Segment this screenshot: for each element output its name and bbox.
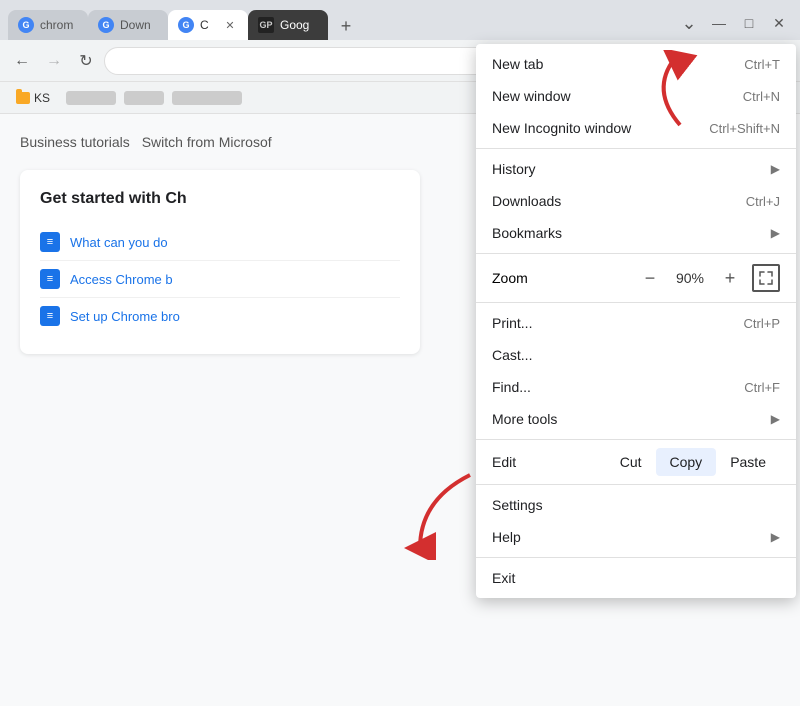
bm-placeholder-2 xyxy=(124,91,164,105)
bm-folder-icon xyxy=(16,92,30,104)
menu-divider-4 xyxy=(476,439,796,440)
maximize-button[interactable]: □ xyxy=(736,10,762,36)
bm-placeholder-3 xyxy=(172,91,242,105)
tab-3-close[interactable]: ✕ xyxy=(222,17,238,33)
menu-item-find[interactable]: Find... Ctrl+F xyxy=(476,371,796,403)
menu-item-print[interactable]: Print... Ctrl+P xyxy=(476,307,796,339)
new-tab-button[interactable]: + xyxy=(332,12,360,40)
minimize-button[interactable]: — xyxy=(706,10,732,36)
ntp-list-item-1[interactable]: ≡ What can you do xyxy=(40,224,400,261)
menu-item-history[interactable]: History ▶ xyxy=(476,153,796,185)
fullscreen-button[interactable] xyxy=(752,264,780,292)
menu-zoom-row: Zoom − 90% + xyxy=(476,258,796,298)
ntp-list-item-3[interactable]: ≡ Set up Chrome bro xyxy=(40,298,400,334)
tab-2-favicon: G xyxy=(98,17,114,33)
tab-4-favicon: GP xyxy=(258,17,274,33)
menu-item-more-tools[interactable]: More tools ▶ xyxy=(476,403,796,435)
profile-menu-button[interactable]: ⌄ xyxy=(676,10,702,36)
tab-2-label: Down xyxy=(120,18,158,32)
ntp-list-item-2[interactable]: ≡ Access Chrome b xyxy=(40,261,400,298)
edit-label: Edit xyxy=(492,454,606,470)
ntp-list-icon-1: ≡ xyxy=(40,232,60,252)
menu-divider-1 xyxy=(476,148,796,149)
browser-window: G chrom G Down G C ✕ GP Goog + ⌄ — □ ✕ xyxy=(0,0,800,706)
ntp-tutorials-link[interactable]: Business tutorials xyxy=(20,134,130,150)
back-button[interactable]: ← xyxy=(8,47,36,75)
tab-4-label: Goog xyxy=(280,18,318,32)
window-controls: ⌄ — □ ✕ xyxy=(676,10,792,40)
ntp-list-icon-3: ≡ xyxy=(40,306,60,326)
tab-bar: G chrom G Down G C ✕ GP Goog + ⌄ — □ ✕ xyxy=(0,0,800,40)
close-button[interactable]: ✕ xyxy=(766,10,792,36)
tab-1[interactable]: G chrom xyxy=(8,10,88,40)
ntp-card-title: Get started with Ch xyxy=(40,190,400,208)
ntp-switch-link[interactable]: Switch from Microsof xyxy=(142,134,272,150)
zoom-value: 90% xyxy=(672,270,708,286)
paste-button[interactable]: Paste xyxy=(716,448,780,476)
address-bar[interactable] xyxy=(104,47,516,75)
ntp-list-icon-2: ≡ xyxy=(40,269,60,289)
menu-divider-5 xyxy=(476,484,796,485)
tab-1-label: chrom xyxy=(40,18,78,32)
ntp-item-1-label: What can you do xyxy=(70,235,168,250)
tab-3-label: C xyxy=(200,18,216,32)
menu-divider-3 xyxy=(476,302,796,303)
zoom-plus-button[interactable]: + xyxy=(716,264,744,292)
edit-row: Edit Cut Copy Paste xyxy=(476,444,796,480)
tab-2[interactable]: G Down xyxy=(88,10,168,40)
menu-divider-6 xyxy=(476,557,796,558)
ntp-item-2-label: Access Chrome b xyxy=(70,272,173,287)
tab-3-favicon: G xyxy=(178,17,194,33)
menu-item-exit[interactable]: Exit xyxy=(476,562,796,594)
ntp-item-3-label: Set up Chrome bro xyxy=(70,309,180,324)
zoom-minus-button[interactable]: − xyxy=(636,264,664,292)
menu-item-new-window[interactable]: New window Ctrl+N xyxy=(476,80,796,112)
menu-item-settings[interactable]: Settings xyxy=(476,489,796,521)
bm-folder-label: KS xyxy=(34,91,50,105)
ntp-card: Get started with Ch ≡ What can you do ≡ … xyxy=(20,170,420,354)
menu-divider-2 xyxy=(476,253,796,254)
menu-item-downloads[interactable]: Downloads Ctrl+J xyxy=(476,185,796,217)
menu-item-cast[interactable]: Cast... xyxy=(476,339,796,371)
bm-placeholder-1 xyxy=(66,91,116,105)
copy-button[interactable]: Copy xyxy=(656,448,717,476)
menu-item-bookmarks[interactable]: Bookmarks ▶ xyxy=(476,217,796,249)
menu-item-incognito[interactable]: New Incognito window Ctrl+Shift+N xyxy=(476,112,796,144)
chrome-dropdown-menu: New tab Ctrl+T New window Ctrl+N New Inc… xyxy=(476,44,796,598)
menu-item-new-tab[interactable]: New tab Ctrl+T xyxy=(476,48,796,80)
zoom-label: Zoom xyxy=(492,270,628,286)
menu-item-help[interactable]: Help ▶ xyxy=(476,521,796,553)
tab-4[interactable]: GP Goog xyxy=(248,10,328,40)
forward-button[interactable]: → xyxy=(40,47,68,75)
tab-1-favicon: G xyxy=(18,17,34,33)
tab-3[interactable]: G C ✕ xyxy=(168,10,248,40)
reload-button[interactable]: ↻ xyxy=(72,47,100,75)
bm-folder-ks[interactable]: KS xyxy=(8,87,58,109)
cut-button[interactable]: Cut xyxy=(606,448,656,476)
